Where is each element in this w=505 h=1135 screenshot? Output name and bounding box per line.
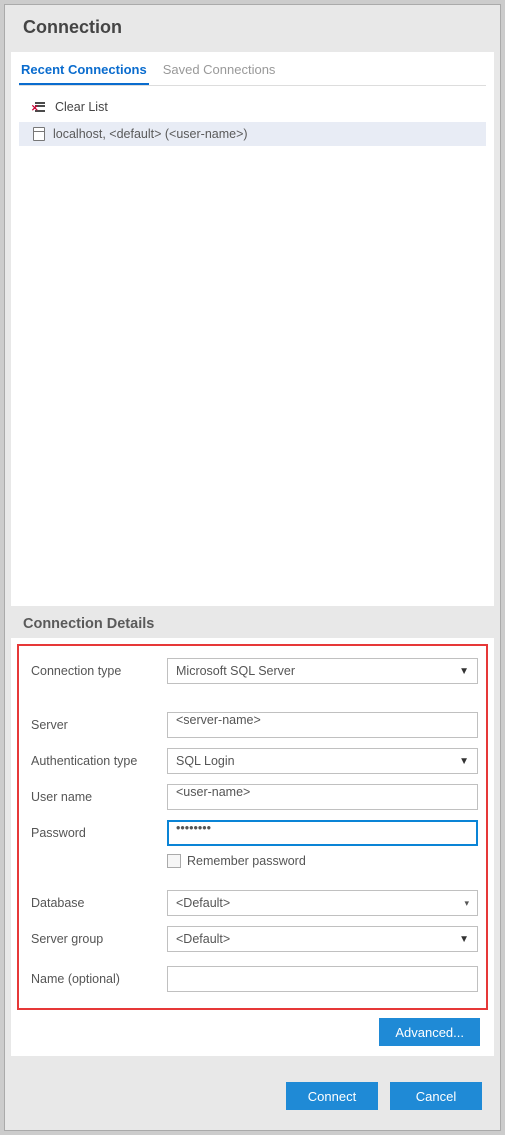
details-highlight-box: Connection type Microsoft SQL Server ▼ S…: [17, 644, 488, 1010]
connection-list-item[interactable]: localhost, <default> (<user-name>): [19, 122, 486, 146]
server-value: <server-name>: [176, 713, 261, 727]
database-value: <Default>: [176, 896, 230, 910]
server-group-select[interactable]: <Default> ▼: [167, 926, 478, 952]
password-label: Password: [27, 826, 167, 840]
server-group-label: Server group: [27, 932, 167, 946]
dialog-footer: Connect Cancel: [5, 1062, 500, 1130]
cancel-button[interactable]: Cancel: [390, 1082, 482, 1110]
auth-type-select[interactable]: SQL Login ▼: [167, 748, 478, 774]
clear-list-icon: ✕: [33, 101, 47, 113]
details-title: Connection Details: [23, 616, 482, 632]
name-optional-label: Name (optional): [27, 972, 167, 986]
chevron-down-icon: ▼: [459, 666, 469, 677]
tabs: Recent Connections Saved Connections: [19, 58, 486, 86]
dialog-header: Connection: [5, 5, 500, 46]
clear-list-label: Clear List: [55, 100, 108, 114]
database-label: Database: [27, 896, 167, 910]
server-group-value: <Default>: [176, 932, 230, 946]
server-label: Server: [27, 718, 167, 732]
clear-list-button[interactable]: ✕ Clear List: [19, 96, 486, 122]
details-panel: Connection type Microsoft SQL Server ▼ S…: [11, 638, 494, 1056]
connections-panel: Recent Connections Saved Connections ✕ C…: [11, 52, 494, 606]
password-input[interactable]: ••••••••: [167, 820, 478, 846]
connect-button[interactable]: Connect: [286, 1082, 378, 1110]
server-input[interactable]: <server-name>: [167, 712, 478, 738]
remember-password-label: Remember password: [187, 854, 306, 868]
connection-item-text: localhost, <default> (<user-name>): [53, 127, 248, 141]
name-optional-input[interactable]: [167, 966, 478, 992]
connection-type-value: Microsoft SQL Server: [176, 664, 295, 678]
remember-password-checkbox[interactable]: [167, 854, 181, 868]
database-select[interactable]: <Default> ▾: [167, 890, 478, 916]
chevron-down-icon: ▾: [464, 898, 469, 909]
password-value: ••••••••: [176, 821, 211, 835]
auth-type-label: Authentication type: [27, 754, 167, 768]
connection-type-label: Connection type: [27, 664, 167, 678]
connection-dialog: Connection Recent Connections Saved Conn…: [4, 4, 501, 1131]
tab-saved-connections[interactable]: Saved Connections: [161, 58, 278, 85]
details-header: Connection Details: [5, 606, 500, 638]
username-label: User name: [27, 790, 167, 804]
dialog-title: Connection: [23, 17, 482, 38]
auth-type-value: SQL Login: [176, 754, 235, 768]
chevron-down-icon: ▼: [459, 756, 469, 767]
database-icon: [33, 127, 45, 141]
connection-type-select[interactable]: Microsoft SQL Server ▼: [167, 658, 478, 684]
advanced-button[interactable]: Advanced...: [379, 1018, 480, 1046]
username-value: <user-name>: [176, 785, 250, 799]
username-input[interactable]: <user-name>: [167, 784, 478, 810]
tab-recent-connections[interactable]: Recent Connections: [19, 58, 149, 85]
chevron-down-icon: ▼: [459, 934, 469, 945]
